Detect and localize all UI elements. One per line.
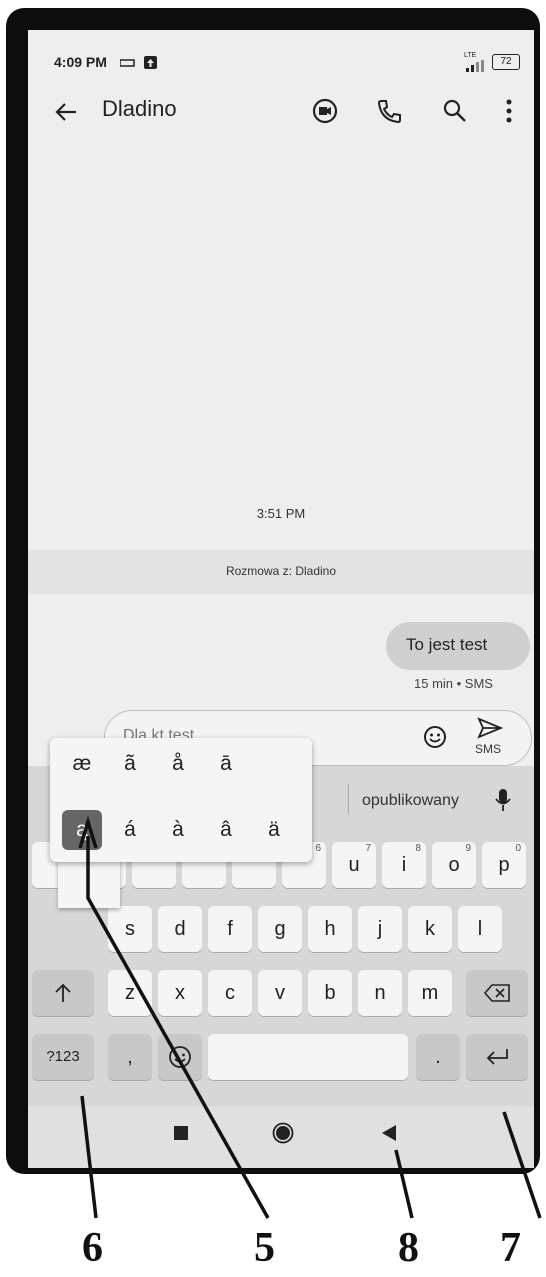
callout-arrow-7 <box>502 1111 542 1219</box>
callout-label-6: 6 <box>82 1225 103 1271</box>
callout-label-7: 7 <box>500 1225 521 1271</box>
callout-label-8: 8 <box>398 1225 419 1271</box>
callout-arrow-6 <box>80 1095 98 1219</box>
callout-label-5: 5 <box>254 1225 275 1271</box>
callout-arrows <box>78 816 542 1219</box>
callout-arrow-8 <box>394 1149 414 1219</box>
callout-arrow-5 <box>86 836 270 1219</box>
